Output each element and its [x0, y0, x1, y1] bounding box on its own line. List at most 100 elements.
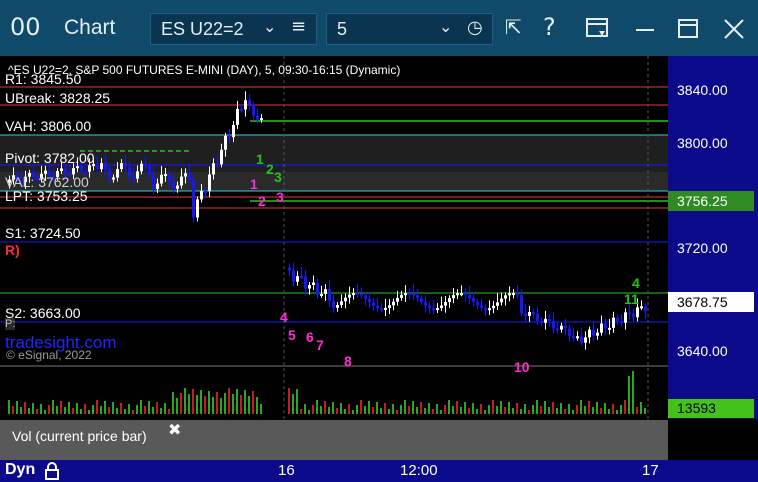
volume-bar [64, 407, 66, 414]
minimize-icon[interactable] [633, 18, 657, 42]
volume-bar [76, 403, 78, 414]
price-bar-body [596, 332, 599, 336]
lock-icon[interactable] [43, 462, 61, 480]
volume-bar [124, 409, 126, 414]
volume-bar [468, 408, 470, 414]
volume-bar [232, 394, 234, 414]
volume-bar [296, 389, 298, 414]
volume-bar [356, 405, 358, 414]
price-bar-body [432, 308, 435, 311]
volume-bar [380, 408, 382, 414]
volume-bar [288, 388, 290, 414]
volume-bar [424, 408, 426, 414]
price-bar-body [532, 311, 535, 314]
volume-bar [96, 400, 98, 414]
volume-bar [520, 409, 522, 414]
interval-input[interactable]: 5 [337, 19, 347, 40]
price-bar-body [384, 307, 387, 310]
menu-lines-icon[interactable]: ≡ [291, 16, 306, 37]
price-bar-body [240, 108, 243, 111]
wave-label: 2 [266, 161, 274, 177]
price-bar-body [320, 293, 323, 296]
price-bar-body [60, 168, 63, 172]
help-icon[interactable]: ? [543, 12, 556, 42]
price-bar-body [480, 305, 483, 308]
price-bar-body [452, 295, 455, 299]
chevron-down-icon[interactable]: ⌄ [439, 17, 452, 36]
volume-bar [604, 403, 606, 414]
close-icon[interactable] [722, 17, 746, 41]
price-axis-label: 3640.00 [677, 343, 728, 359]
volume-bar [612, 404, 614, 414]
price-bar-body [160, 174, 163, 184]
volume-bar [24, 402, 26, 414]
price-bar-body [116, 169, 119, 178]
price-bar-body [512, 293, 515, 296]
volume-bar [384, 403, 386, 414]
volume-bar [376, 402, 378, 414]
price-bar-body [128, 167, 131, 177]
volume-bar [500, 401, 502, 414]
symbol-selector[interactable]: ES U22=2 ⌄ ≡ [150, 13, 317, 45]
dyn-mode[interactable]: Dyn [5, 461, 35, 479]
price-bar-body [612, 317, 615, 328]
wave-label: 4 [280, 309, 288, 325]
wave-label: 1 [250, 176, 258, 192]
price-bar-body [484, 307, 487, 310]
clock-icon[interactable]: ◷ [467, 17, 483, 38]
price-bar-body [580, 336, 583, 343]
volume-study-label[interactable]: Vol (current price bar) [12, 428, 147, 444]
interval-selector[interactable]: 5 ⌄ ◷ [326, 13, 493, 45]
price-axis[interactable] [668, 56, 758, 419]
volume-bar [416, 407, 418, 414]
price-bar-body [184, 173, 187, 177]
volume-bar [292, 394, 294, 414]
price-bar-body [636, 307, 639, 318]
volume-bar [532, 405, 534, 414]
volume-bar [88, 410, 90, 414]
template-icon[interactable] [585, 17, 611, 41]
price-bar-body [256, 115, 259, 120]
volume-bar [312, 405, 314, 414]
volume-bar [332, 402, 334, 414]
chevron-down-icon[interactable]: ⌄ [263, 17, 276, 36]
symbol-input[interactable]: ES U22=2 [161, 19, 244, 40]
price-bar-body [496, 302, 499, 306]
volume-bar [220, 398, 222, 414]
price-bar-body [124, 163, 127, 168]
volume-bar [364, 406, 366, 414]
pin-icon[interactable]: ⇱ [505, 12, 522, 42]
wave-label: 1 [256, 151, 264, 167]
volume-bar [108, 407, 110, 414]
price-bar-body [152, 174, 155, 189]
volume-bar [484, 410, 486, 414]
volume-bar [560, 403, 562, 414]
price-bar-body [576, 336, 579, 339]
close-icon[interactable]: ✖ [168, 420, 181, 439]
price-bar-body [400, 294, 403, 298]
volume-bar [324, 401, 326, 414]
price-bar-body [624, 312, 627, 323]
volume-bar [408, 406, 410, 414]
window-link-icon[interactable]: 00 [10, 12, 41, 42]
price-bar-body [608, 327, 611, 330]
price-bar-body [344, 297, 347, 302]
price-axis-label: 3800.00 [677, 135, 728, 151]
price-bar-body [436, 308, 439, 311]
volume-bar [596, 402, 598, 414]
volume-bar [444, 405, 446, 414]
price-bar-body [164, 173, 167, 176]
volume-bar [440, 410, 442, 414]
volume-bar [524, 404, 526, 414]
volume-bar [172, 392, 174, 414]
r1-label: R1: 3845.50 [5, 71, 82, 87]
volume-bar [140, 400, 142, 414]
price-bar-body [492, 305, 495, 309]
volume-bar [592, 407, 594, 414]
volume-bar [92, 405, 94, 414]
volume-bar [28, 408, 30, 414]
wave-label: 11 [624, 291, 639, 307]
price-chart-canvas[interactable]: 12 345 6 78 101112 34 [0, 56, 668, 420]
volume-bar [348, 404, 350, 414]
maximize-icon[interactable] [676, 17, 700, 41]
